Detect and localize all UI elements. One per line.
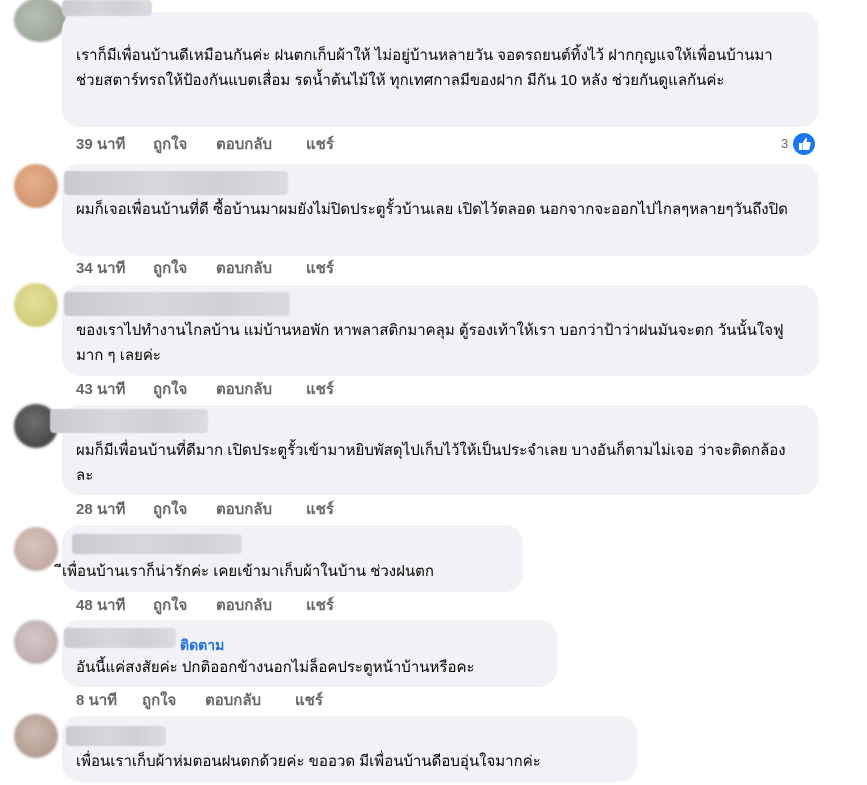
like-button[interactable]: ถูกใจ [153,132,216,156]
commenter-name[interactable] [64,628,176,648]
share-button[interactable]: แชร์ [306,377,334,401]
reply-button[interactable]: ตอบกลับ [216,132,306,156]
commenter-name[interactable] [72,534,242,554]
avatar[interactable] [14,0,66,42]
share-button[interactable]: แชร์ [306,497,334,521]
share-button[interactable]: แชร์ [306,593,334,617]
commenter-name[interactable] [66,726,166,746]
comment-actions: 28 นาที ถูกใจ ตอบกลับ แชร์ [76,499,334,519]
avatar[interactable] [14,714,58,758]
comment-actions: 8 นาที ถูกใจ ตอบกลับ แชร์ [76,690,323,710]
like-button[interactable]: ถูกใจ [153,593,216,617]
reaction-count[interactable]: 3 [781,136,788,151]
comment-actions: 34 นาที ถูกใจ ตอบกลับ แชร์ [76,258,334,278]
like-thumb-icon[interactable] [791,131,817,157]
comment-text: เพื่อนเราเก็บผ้าห่มตอนฝนตกด้วยค่ะ ขออวด … [76,753,541,770]
avatar[interactable] [14,283,58,327]
share-button[interactable]: แชร์ [306,256,334,280]
reply-button[interactable]: ตอบกลับ [216,593,306,617]
avatar[interactable] [14,527,58,571]
follow-button[interactable]: ติดตาม [180,635,224,657]
comment-time[interactable]: 8 นาที [76,688,142,712]
like-thumb-icon-graphic [799,137,811,150]
like-button[interactable]: ถูกใจ [153,377,216,401]
share-button[interactable]: แชร์ [295,688,323,712]
commenter-name[interactable] [62,0,152,16]
comment-time[interactable]: 48 นาที [76,593,153,617]
comment-time[interactable]: 43 นาที [76,377,153,401]
comment-text: ผมก็เจอเพื่อนบ้านที่ดี ซื้อบ้านมาผมยังไม… [76,201,788,218]
share-button[interactable]: แชร์ [306,132,334,156]
comment-time[interactable]: 39 นาที [76,132,153,156]
commenter-name[interactable] [64,171,288,195]
avatar[interactable] [14,620,58,664]
comment-time[interactable]: 34 นาที [76,256,153,280]
comment-actions: 43 นาที ถูกใจ ตอบกลับ แชร์ [76,379,334,399]
reply-button[interactable]: ตอบกลับ [216,377,306,401]
comment-actions: 48 นาที ถูกใจ ตอบกลับ แชร์ [76,595,334,615]
comment-actions: 39 นาที ถูกใจ ตอบกลับ แชร์ [76,134,334,154]
like-button[interactable]: ถูกใจ [153,497,216,521]
comment-text: ของเราไปทำงานไกลบ้าน แม่บ้านหอพัก หาพลาส… [76,322,784,364]
commenter-name[interactable] [64,292,290,316]
comment-text: เราก็มีเพื่อนบ้านดีเหมือนกันค่ะ ฝนตกเก็บ… [76,47,773,89]
comment-text: อันนี้แค่สงสัยค่ะ ปกติออกข้างนอกไม่ล็อคป… [76,659,475,676]
like-button[interactable]: ถูกใจ [142,688,205,712]
commenter-name[interactable] [50,409,208,433]
reply-button[interactable]: ตอบกลับ [216,256,306,280]
reply-button[interactable]: ตอบกลับ [216,497,306,521]
avatar[interactable] [14,164,58,208]
comment-text: ผมก็มีเพื่อนบ้านที่ดีมาก เปิดประตูรั้วเข… [76,442,786,484]
comment-time[interactable]: 28 นาที [76,497,153,521]
comment-text: ีเพื่อนบ้านเราก็น่ารักค่ะ เคยเข้ามาเก็บผ… [62,563,434,580]
like-button[interactable]: ถูกใจ [153,256,216,280]
reply-button[interactable]: ตอบกลับ [205,688,295,712]
